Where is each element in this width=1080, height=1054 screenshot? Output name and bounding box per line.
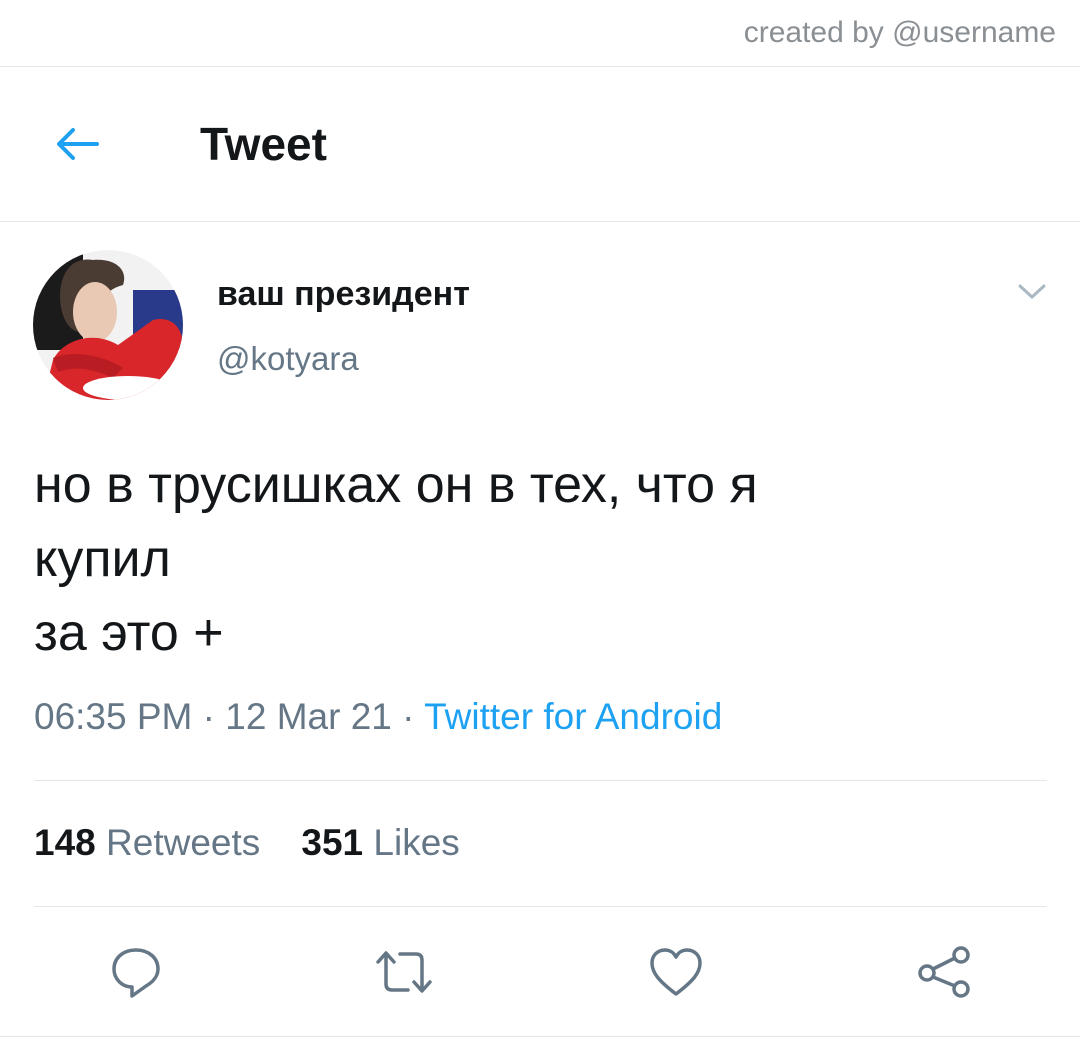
arrow-left-icon [57, 128, 99, 160]
meta-separator: · [202, 696, 215, 737]
retweet-icon [376, 951, 432, 993]
user-handle[interactable]: @kotyara [217, 340, 359, 378]
page-title: Tweet [200, 118, 327, 170]
retweets-label: Retweets [106, 822, 261, 863]
retweet-button[interactable] [372, 940, 436, 1004]
tweet-date: 12 Mar 21 [225, 696, 392, 737]
retweets-stat[interactable]: 148 Retweets [34, 822, 260, 863]
share-button[interactable] [912, 940, 976, 1004]
reply-icon [112, 948, 160, 998]
likes-count: 351 [301, 822, 364, 863]
tweet-header: Tweet [0, 67, 1080, 222]
tweet-time: 06:35 PM [34, 696, 193, 737]
likes-stat[interactable]: 351 Likes [301, 822, 459, 863]
tweet-text-line: купил [34, 530, 171, 588]
tweet-source-link[interactable]: Twitter for Android [424, 696, 722, 737]
likes-label: Likes [373, 822, 460, 863]
tweet-meta: 06:35 PM · 12 Mar 21 · Twitter for Andro… [34, 696, 722, 738]
like-button[interactable] [644, 940, 708, 1004]
reply-button[interactable] [104, 940, 168, 1004]
divider [34, 780, 1047, 781]
tweet-stats: 148 Retweets 351 Likes [34, 822, 460, 864]
tweet-text-line: за это + [34, 604, 224, 662]
chevron-down-icon [1018, 284, 1046, 299]
tweet-text: но в трусишках он в тех, что я купил за … [34, 448, 1034, 670]
share-icon [918, 946, 970, 998]
back-button[interactable] [48, 117, 106, 171]
retweets-count: 148 [34, 822, 96, 863]
like-icon [650, 948, 702, 996]
bottom-divider [0, 1036, 1080, 1037]
tweet-menu-button[interactable] [1012, 276, 1052, 308]
display-name[interactable]: ваш президент [217, 275, 470, 314]
divider [34, 906, 1047, 907]
avatar[interactable] [33, 250, 183, 400]
top-credit-bar: created by @username [0, 0, 1080, 67]
meta-separator: · [402, 696, 415, 737]
credit-text: created by @username [743, 16, 1056, 49]
tweet-text-line: но в трусишках он в тех, что я [34, 456, 758, 514]
